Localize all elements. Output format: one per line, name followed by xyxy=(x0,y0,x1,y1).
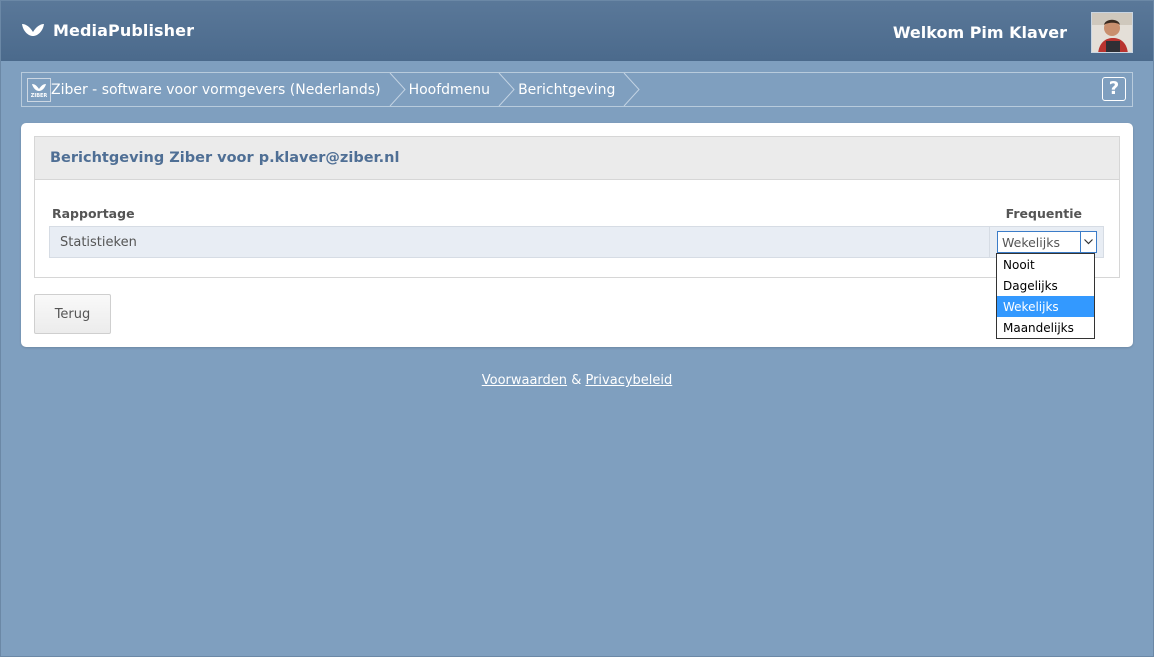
terms-link[interactable]: Voorwaarden xyxy=(482,373,567,388)
chevron-down-glyph xyxy=(1084,239,1093,245)
main-card: Berichtgeving Ziber voor p.klaver@ziber.… xyxy=(21,123,1133,347)
chevron-down-icon[interactable] xyxy=(1080,232,1096,252)
panel-title: Berichtgeving Ziber voor p.klaver@ziber.… xyxy=(35,137,1119,180)
user-avatar[interactable] xyxy=(1091,12,1133,53)
back-button[interactable]: Terug xyxy=(34,294,111,334)
frequency-dropdown-list: Nooit Dagelijks Wekelijks Maandelijks xyxy=(996,253,1095,339)
chevron-right-icon xyxy=(389,73,406,106)
option-nooit[interactable]: Nooit xyxy=(997,254,1094,275)
privacy-link[interactable]: Privacybeleid xyxy=(585,373,672,388)
option-dagelijks[interactable]: Dagelijks xyxy=(997,275,1094,296)
welcome-text: Welkom Pim Klaver xyxy=(892,23,1067,42)
column-header-frequentie: Frequentie xyxy=(1005,206,1082,221)
frequency-select-value: Wekelijks xyxy=(1002,235,1060,250)
breadcrumb-item-berichtgeving[interactable]: Berichtgeving xyxy=(516,73,641,106)
column-header-rapportage: Rapportage xyxy=(52,206,135,221)
frequency-select[interactable]: Wekelijks xyxy=(997,231,1097,253)
breadcrumb-item-ziber[interactable]: Ziber - software voor vormgevers (Nederl… xyxy=(51,73,407,106)
table-row: Statistieken Wekelijks xyxy=(49,226,1104,258)
brand[interactable]: MediaPublisher xyxy=(21,20,194,40)
brand-name: MediaPublisher xyxy=(53,20,195,40)
footer: Voorwaarden & Privacybeleid xyxy=(0,373,1154,388)
bird-icon xyxy=(22,24,44,36)
top-bar: MediaPublisher Welkom Pim Klaver xyxy=(1,1,1153,61)
chevron-right-icon xyxy=(624,73,641,106)
breadcrumb-item-hoofdmenu[interactable]: Hoofdmenu xyxy=(407,73,516,106)
ziber-logo-icon[interactable]: ZIBER xyxy=(27,77,51,102)
breadcrumb-label: Ziber - software voor vormgevers (Nederl… xyxy=(51,81,381,98)
breadcrumb-label: Hoofdmenu xyxy=(408,81,491,98)
notification-panel: Berichtgeving Ziber voor p.klaver@ziber.… xyxy=(34,136,1120,278)
option-maandelijks[interactable]: Maandelijks xyxy=(997,317,1094,338)
row-divider xyxy=(989,227,990,257)
chevron-right-icon xyxy=(498,73,515,106)
row-label-statistieken: Statistieken xyxy=(60,235,137,250)
avatar-image xyxy=(1092,13,1132,52)
help-button[interactable]: ? xyxy=(1102,77,1126,101)
breadcrumb-label: Berichtgeving xyxy=(518,81,616,98)
footer-separator: & xyxy=(571,373,582,388)
option-wekelijks[interactable]: Wekelijks xyxy=(997,296,1094,317)
ziber-logo-text: ZIBER xyxy=(30,92,48,99)
breadcrumb: ZIBER Ziber - software voor vormgevers (… xyxy=(21,72,1133,107)
